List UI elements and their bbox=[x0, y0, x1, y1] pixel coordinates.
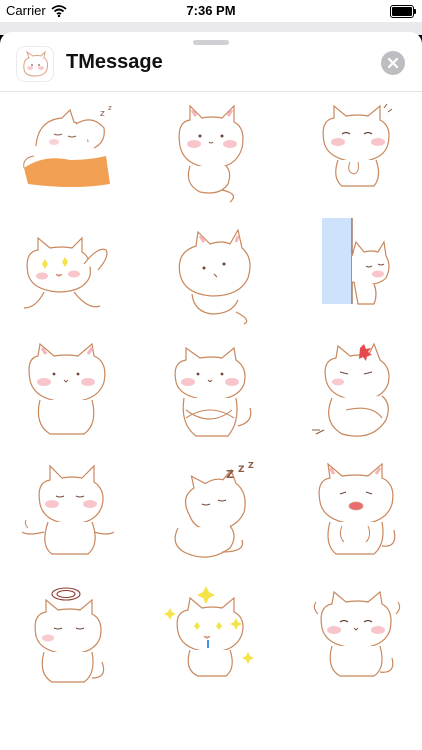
battery-icon bbox=[390, 5, 416, 18]
status-time: 7:36 PM bbox=[186, 3, 236, 18]
sticker-sheet: TMessage z z Z Z Z bbox=[0, 32, 422, 750]
sticker-sleeping[interactable]: z z bbox=[14, 98, 124, 208]
svg-text:z: z bbox=[108, 104, 112, 112]
sticker-happy[interactable] bbox=[302, 582, 412, 692]
sheet-header: TMessage bbox=[0, 46, 422, 92]
close-icon bbox=[387, 57, 399, 69]
sticker-door-peek[interactable] bbox=[308, 216, 418, 326]
sticker-dizzy[interactable] bbox=[14, 582, 124, 692]
svg-text:Z: Z bbox=[248, 461, 254, 470]
sticker-angry-crossed[interactable] bbox=[302, 338, 412, 448]
sticker-meditate[interactable] bbox=[14, 460, 124, 570]
svg-text:Z: Z bbox=[238, 465, 245, 475]
sticker-sparkle-wave[interactable] bbox=[14, 216, 124, 326]
sheet-grabber[interactable] bbox=[193, 40, 229, 45]
sticker-arms-crossed[interactable] bbox=[156, 338, 266, 448]
status-bar: Carrier 7:36 PM bbox=[0, 0, 422, 22]
svg-text:z: z bbox=[100, 109, 105, 119]
sticker-shocked[interactable] bbox=[302, 460, 412, 570]
sticker-sleepy-zzz[interactable]: Z Z Z bbox=[160, 460, 270, 570]
close-button[interactable] bbox=[381, 51, 405, 75]
sticker-hands-together[interactable] bbox=[302, 98, 412, 208]
header-divider bbox=[0, 91, 422, 92]
sticker-blush-look[interactable] bbox=[156, 98, 266, 208]
sticker-peek-up[interactable] bbox=[160, 216, 270, 326]
cat-logo-icon bbox=[23, 50, 49, 77]
sticker-blank-stare[interactable] bbox=[14, 338, 124, 448]
sticker-sparkle-drool[interactable] bbox=[156, 582, 266, 692]
app-title: TMessage bbox=[66, 51, 163, 73]
app-icon bbox=[16, 46, 54, 82]
svg-text:Z: Z bbox=[226, 468, 234, 481]
